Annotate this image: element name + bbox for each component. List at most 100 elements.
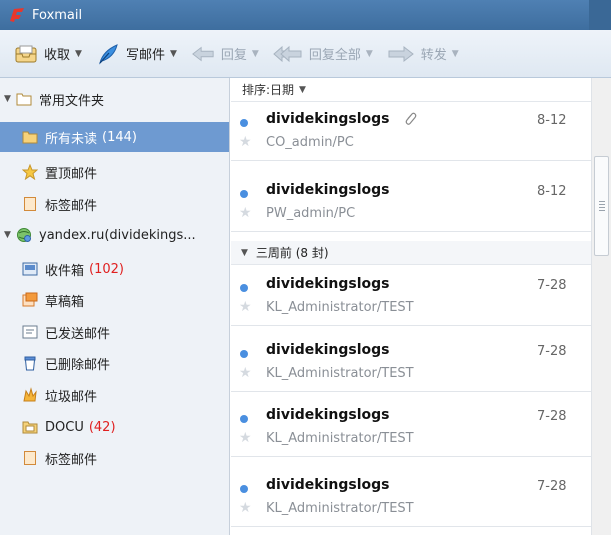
star-icon [22, 164, 38, 180]
foxmail-logo-icon [10, 8, 24, 22]
unread-dot-icon [240, 485, 248, 493]
message-sender: dividekingslogs [266, 407, 390, 423]
window-title: Foxmail [32, 7, 83, 23]
unread-dot-icon [240, 190, 248, 198]
message-date: 7-28 [537, 278, 567, 293]
message-date: 8-12 [537, 113, 567, 128]
receive-label: 收取 [44, 48, 71, 63]
group-header-three-weeks[interactable]: ▼ 三周前 (8 封) [231, 241, 591, 265]
folder-inbox[interactable]: 收件箱 (102) [0, 254, 229, 284]
message-row[interactable]: dividekingslogs 7-28 ★ KL_Administrator/… [231, 336, 591, 392]
folder-junk-label: 垃圾邮件 [45, 389, 98, 405]
folder-flagged[interactable]: 标签邮件 [0, 189, 229, 219]
folder-sent-label: 已发送邮件 [45, 326, 111, 342]
message-date: 7-28 [537, 409, 567, 424]
message-date: 8-12 [537, 184, 567, 199]
message-row[interactable]: dividekingslogs 8-12 ★ CO_admin/PC [231, 105, 591, 161]
reply-all-arrow-icon [273, 43, 303, 65]
message-subject: KL_Administrator/TEST [266, 366, 414, 381]
folder-inbox-count: (102) [89, 261, 124, 277]
sort-selector[interactable]: 排序:日期 ▼ [231, 78, 591, 102]
unread-dot-icon [240, 119, 248, 127]
star-icon[interactable]: ★ [239, 365, 252, 381]
compose-button[interactable]: 写邮件 ▼ [96, 39, 177, 69]
inbox-icon [22, 261, 38, 277]
receive-button[interactable]: 收取 ▼ [14, 39, 82, 69]
message-sender: dividekingslogs [266, 111, 390, 127]
folder-account-flagged-label: 标签邮件 [45, 452, 98, 468]
unread-dot-icon [240, 284, 248, 292]
account-yandex[interactable]: ▼ yandex.ru(dividekings... [0, 220, 229, 250]
forward-label: 转发 [420, 48, 447, 63]
trash-bin-icon [22, 355, 38, 371]
sent-icon [22, 324, 38, 340]
star-icon[interactable]: ★ [239, 205, 252, 221]
reply-all-button[interactable]: 回复全部 ▼ [273, 39, 373, 69]
folder-flagged-label: 标签邮件 [45, 198, 98, 214]
folder-group-common[interactable]: ▼ 常用文件夹 [0, 84, 229, 114]
message-subject: CO_admin/PC [266, 135, 354, 150]
inbox-tray-icon [14, 43, 38, 65]
unread-dot-icon [240, 415, 248, 423]
sort-dropdown-icon[interactable]: ▼ [299, 85, 306, 95]
folder-unread-label: 所有未读 [45, 131, 98, 147]
collapse-arrow-icon[interactable]: ▼ [4, 230, 16, 240]
collapse-arrow-icon[interactable]: ▼ [4, 94, 16, 104]
compose-dropdown-icon[interactable]: ▼ [170, 49, 177, 59]
star-icon[interactable]: ★ [239, 299, 252, 315]
reply-dropdown-icon[interactable]: ▼ [252, 49, 259, 59]
attachment-paperclip-icon [405, 112, 417, 125]
scrollbar-thumb[interactable] [594, 156, 609, 256]
folder-junk[interactable]: 垃圾邮件 [0, 380, 229, 410]
receive-dropdown-icon[interactable]: ▼ [75, 49, 82, 59]
folder-docu[interactable]: DOCU (42) [0, 412, 229, 442]
folder-unread[interactable]: 所有未读 (144) [0, 122, 229, 152]
forward-dropdown-icon[interactable]: ▼ [452, 49, 459, 59]
message-subject: KL_Administrator/TEST [266, 300, 414, 315]
reply-arrow-icon [191, 43, 215, 65]
bookmark-tag-icon [22, 196, 38, 212]
folder-icon [22, 129, 38, 145]
folder-pinned-label: 置顶邮件 [45, 166, 98, 182]
star-icon[interactable]: ★ [239, 430, 252, 446]
folder-docu-label: DOCU [45, 419, 84, 435]
sort-label: 排序:日期 [242, 83, 295, 97]
message-subject: PW_admin/PC [266, 206, 356, 221]
message-row[interactable]: dividekingslogs 7-28 ★ KL_Administrator/… [231, 471, 591, 527]
reply-label: 回复 [220, 48, 247, 63]
message-row[interactable]: dividekingslogs 7-28 ★ KL_Administrator/… [231, 270, 591, 326]
folder-group-common-label: 常用文件夹 [39, 93, 105, 109]
unread-dot-icon [240, 350, 248, 358]
folder-account-flagged[interactable]: 标签邮件 [0, 443, 229, 473]
folder-deleted[interactable]: 已删除邮件 [0, 348, 229, 378]
folder-pinned[interactable]: 置顶邮件 [0, 157, 229, 187]
message-date: 7-28 [537, 479, 567, 494]
reply-all-dropdown-icon[interactable]: ▼ [366, 49, 373, 59]
message-sender: dividekingslogs [266, 182, 390, 198]
message-sender: dividekingslogs [266, 276, 390, 292]
scrollbar-grip-icon [599, 201, 605, 211]
forward-button[interactable]: 转发 ▼ [387, 39, 459, 69]
forward-arrow-icon [387, 43, 415, 65]
star-icon[interactable]: ★ [239, 134, 252, 150]
message-sender: dividekingslogs [266, 477, 390, 493]
compose-label: 写邮件 [125, 48, 165, 63]
reply-button[interactable]: 回复 ▼ [191, 39, 259, 69]
account-yandex-label: yandex.ru(dividekings... [39, 227, 196, 243]
star-icon[interactable]: ★ [239, 500, 252, 516]
collapse-arrow-icon[interactable]: ▼ [241, 248, 248, 258]
message-list: 排序:日期 ▼ dividekingslogs 8-12 ★ CO_admin/… [231, 78, 591, 535]
title-bar-edge [589, 0, 611, 30]
folder-drafts[interactable]: 草稿箱 [0, 285, 229, 315]
drafts-icon [22, 292, 38, 308]
message-list-scrollbar[interactable] [591, 78, 611, 535]
folder-sent[interactable]: 已发送邮件 [0, 317, 229, 347]
bookmark-tag-icon [22, 450, 38, 466]
message-date: 7-28 [537, 344, 567, 359]
folder-sidebar: ▼ 常用文件夹 所有未读 (144) 置顶邮件 标签邮件 ▼ yandex.ru… [0, 78, 230, 535]
folder-icon [16, 91, 32, 107]
message-row[interactable]: dividekingslogs 7-28 ★ KL_Administrator/… [231, 401, 591, 457]
message-row[interactable]: dividekingslogs 8-12 ★ PW_admin/PC [231, 176, 591, 232]
folder-deleted-label: 已删除邮件 [45, 357, 111, 373]
feather-pen-icon [96, 43, 120, 65]
